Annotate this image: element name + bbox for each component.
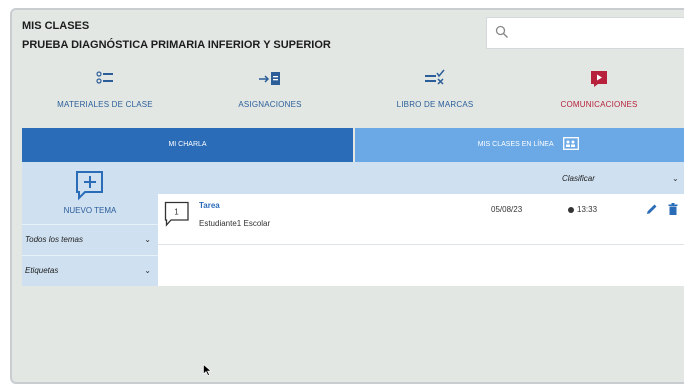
topic-time: 13:33 <box>568 205 597 214</box>
app-window: MIS CLASES PRUEBA DIAGNÓSTICA PRIMARIA I… <box>10 8 684 384</box>
online-class-icon <box>563 136 580 150</box>
topic-row[interactable]: 1 Tarea Estudiante1 Escolar 05/08/23 13:… <box>158 194 684 245</box>
nav-label: LIBRO DE MARCAS <box>396 100 474 109</box>
chevron-down-icon: ⌄ <box>144 266 151 275</box>
new-topic-label: NUEVO TEMA <box>63 206 117 215</box>
class-name: PRUEBA DIAGNÓSTICA PRIMARIA INFERIOR Y S… <box>22 39 331 51</box>
list-materials-icon <box>96 71 113 84</box>
page-header: MIS CLASES PRUEBA DIAGNÓSTICA PRIMARIA I… <box>12 10 684 122</box>
nav-label: ASIGNACIONES <box>238 100 302 109</box>
comment-count: 1 <box>174 208 179 217</box>
topic-title[interactable]: Tarea <box>199 201 220 210</box>
delete-icon[interactable] <box>668 203 678 215</box>
filter-label: Etiquetas <box>25 266 59 275</box>
assignment-arrow-icon <box>259 72 280 85</box>
tab-mi-charla[interactable]: MI CHARLA <box>22 128 353 162</box>
add-topic-icon <box>76 171 103 201</box>
filter-all-topics[interactable]: Todos los temas ⌄ <box>22 224 158 255</box>
search-input[interactable] <box>486 17 684 49</box>
nav-label: MATERIALES DE CLASE <box>57 100 153 109</box>
gradebook-check-icon <box>425 69 445 85</box>
topic-author: Estudiante1 Escolar <box>199 219 271 228</box>
filter-label: Todos los temas <box>25 235 83 244</box>
sort-dropdown[interactable]: Clasificar ⌄ <box>158 162 684 194</box>
topics-sidebar: NUEVO TEMA Todos los temas ⌄ Etiquetas ⌄ <box>22 162 158 286</box>
page-title: MIS CLASES <box>22 20 90 32</box>
chevron-down-icon: ⌄ <box>144 235 151 244</box>
mouse-cursor-icon <box>203 364 212 376</box>
sort-label: Clasificar <box>562 174 595 183</box>
play-message-icon <box>591 71 607 87</box>
topics-panel: Clasificar ⌄ 1 Tarea Estudiante1 Escolar… <box>158 162 684 286</box>
edit-icon[interactable] <box>646 203 658 215</box>
chevron-down-icon: ⌄ <box>672 174 679 183</box>
comment-count-icon: 1 <box>164 201 189 227</box>
tab-label: MI CHARLA <box>168 141 207 148</box>
nav-libro-de-marcas[interactable]: LIBRO DE MARCAS <box>380 69 490 109</box>
nav-asignaciones[interactable]: ASIGNACIONES <box>215 69 325 109</box>
topic-time-value: 13:33 <box>577 205 598 214</box>
nav-comunicaciones[interactable]: COMUNICACIONES <box>544 69 654 109</box>
nav-materiales[interactable]: MATERIALES DE CLASE <box>50 69 160 109</box>
tab-label: MIS CLASES EN LÍNEA <box>477 141 554 148</box>
new-topic-button[interactable]: NUEVO TEMA <box>22 162 158 224</box>
filter-tags[interactable]: Etiquetas ⌄ <box>22 255 158 286</box>
topic-date: 05/08/23 <box>491 205 523 214</box>
tab-mis-clases-en-linea[interactable]: MIS CLASES EN LÍNEA <box>355 128 684 162</box>
clock-icon <box>568 206 574 213</box>
search-icon <box>495 25 508 38</box>
nav-label: COMUNICACIONES <box>560 100 638 109</box>
tab-bar: MI CHARLA MIS CLASES EN LÍNEA <box>22 128 684 162</box>
